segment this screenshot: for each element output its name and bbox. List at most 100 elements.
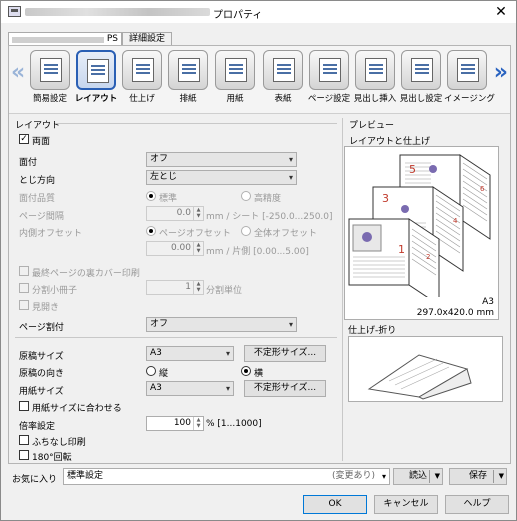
original-size-label: 原稿サイズ (19, 352, 64, 362)
category-ribbon: « 簡易設定 レイアウト 仕上げ 排紙 用紙 表紙 ページ設定 見出し挿入 見出… (9, 46, 510, 114)
page-number-4: 4 (453, 217, 458, 225)
output-icon (168, 50, 208, 90)
landscape-label: 横 (254, 369, 264, 379)
chevron-down-icon: ▾ (288, 155, 293, 164)
borderless-checkbox[interactable] (19, 435, 29, 445)
duplex-checkbox[interactable]: ✓ (19, 134, 29, 144)
page-spacing-unit: mm / シート [-250.0...250.0] (206, 212, 333, 222)
ribbon-item-quick-setup[interactable]: 簡易設定 (27, 50, 73, 104)
chevron-down-icon: ▾ (381, 472, 386, 481)
inner-offset-value: 0.00 (170, 243, 191, 253)
paper-size-select[interactable]: A3 ▾ (146, 381, 234, 396)
binding-select[interactable]: 左とじ ▾ (146, 170, 297, 185)
finishing-icon (122, 50, 162, 90)
landscape-radio[interactable] (241, 366, 251, 376)
load-button[interactable]: 読込 ▼ (393, 468, 443, 485)
chevron-down-icon: ▾ (288, 320, 293, 329)
page-offset-radio[interactable] (146, 226, 156, 236)
rotate-180-checkbox[interactable] (19, 450, 29, 460)
inner-offset-spinner[interactable]: 0.00 ▲ ▼ (146, 241, 204, 256)
save-label: 保存 (468, 471, 487, 481)
flower-icon (401, 205, 409, 213)
spread-checkbox[interactable] (19, 300, 29, 310)
save-button[interactable]: 保存 ▼ (449, 468, 507, 485)
last-page-cover-checkbox[interactable] (19, 266, 29, 276)
ok-button[interactable]: OK (303, 495, 367, 514)
total-offset-radio[interactable] (241, 226, 251, 236)
quick-setup-icon (30, 50, 70, 90)
ribbon-item-cover[interactable]: 表紙 (260, 50, 306, 104)
page-number-1: 1 (398, 243, 405, 256)
preview-fold-title: 仕上げ-折り (348, 326, 397, 336)
page-spacing-value: 0.0 (176, 208, 191, 218)
chevron-down-icon: ▾ (288, 173, 293, 182)
chevron-down-icon: ▾ (225, 384, 230, 393)
preview-paper-size: A3 (482, 297, 494, 307)
chevron-down-icon: ▼ (498, 472, 504, 480)
paper-custom-size-button[interactable]: 不定形サイズ... (244, 380, 326, 397)
ribbon-item-paper[interactable]: 用紙 (212, 50, 258, 104)
cover-icon (263, 50, 303, 90)
ribbon-next-button[interactable]: » (494, 60, 508, 85)
total-offset-label: 全体オフセット (254, 229, 318, 239)
window-title: プロパティ (213, 10, 263, 21)
quality-standard-label: 標準 (159, 194, 178, 204)
preview-section-title: プレビュー (349, 121, 395, 131)
original-custom-size-button[interactable]: 不定形サイズ... (244, 345, 326, 362)
rotate-180-label: 180°回転 (32, 453, 72, 463)
imaging-icon (447, 50, 487, 90)
fold-preview (348, 336, 503, 402)
favorites-label: お気に入り (12, 475, 58, 485)
chevron-down-icon: ▾ (225, 349, 230, 358)
quality-standard-radio[interactable] (146, 191, 156, 201)
tab-insert-icon (355, 50, 395, 90)
pages-per-sheet-label: 面付 (19, 158, 38, 168)
ribbon-item-page-setup[interactable]: ページ設定 (306, 50, 352, 104)
original-size-value: A3 (150, 348, 162, 358)
layout-preview: 5 6 3 4 1 2 A3 297.0x420.0 mm (344, 146, 499, 320)
page-number-2: 2 (426, 253, 430, 261)
tab-setting-icon (401, 50, 441, 90)
vertical-divider (342, 118, 343, 461)
close-button[interactable]: ✕ (492, 3, 510, 21)
ribbon-item-imaging[interactable]: イメージング (444, 50, 495, 104)
original-size-select[interactable]: A3 ▾ (146, 346, 234, 361)
ribbon-item-output[interactable]: 排紙 (165, 50, 211, 104)
page-split-label: ページ割付 (19, 323, 64, 333)
page-number-3: 3 (382, 192, 389, 205)
printer-icon (8, 6, 21, 17)
split-booklet-value: 1 (185, 282, 191, 292)
section-divider (55, 123, 337, 124)
ribbon-prev-button[interactable]: « (11, 60, 25, 85)
favorites-select[interactable]: 標準設定 (変更あり) ▾ (63, 468, 390, 485)
binding-label: とじ方向 (19, 176, 56, 186)
pages-per-sheet-value: オフ (150, 154, 169, 164)
fit-to-paper-label: 用紙サイズに合わせる (32, 404, 122, 414)
portrait-radio[interactable] (146, 366, 156, 376)
split-booklet-spinner[interactable]: 1 ▲ ▼ (146, 280, 204, 295)
split-booklet-checkbox[interactable] (19, 283, 29, 293)
zoom-value: 100 (173, 418, 191, 428)
cancel-button[interactable]: キャンセル (374, 495, 438, 514)
page-split-select[interactable]: オフ ▾ (146, 317, 297, 332)
layout-preview-graphic: 5 6 3 4 1 2 (348, 154, 491, 306)
page-spacing-label: ページ間隔 (19, 212, 64, 222)
tab-advanced[interactable]: 詳細設定 (122, 32, 172, 46)
ribbon-item-finishing[interactable]: 仕上げ (119, 50, 165, 104)
ribbon-item-layout[interactable]: レイアウト (73, 50, 119, 104)
flower-icon (429, 165, 437, 173)
tab-ps[interactable]: PS (8, 32, 122, 46)
pages-per-sheet-select[interactable]: オフ ▾ (146, 152, 297, 167)
load-label: 読込 (408, 471, 427, 481)
help-button[interactable]: ヘルプ (445, 495, 509, 514)
ribbon-item-tab-setting[interactable]: 見出し設定 (398, 50, 444, 104)
fit-to-paper-checkbox[interactable] (19, 401, 29, 411)
zoom-spinner[interactable]: 100 ▲ ▼ (146, 416, 204, 431)
ribbon-item-tab-insert[interactable]: 見出し挿入 (352, 50, 398, 104)
page-offset-label: ページオフセット (159, 229, 231, 239)
quality-high-radio[interactable] (241, 191, 251, 201)
portrait-label: 縦 (159, 369, 169, 379)
fold-preview-graphic (367, 354, 472, 400)
page-spacing-spinner[interactable]: 0.0 ▲ ▼ (146, 206, 204, 221)
quality-high-label: 高精度 (254, 194, 282, 204)
